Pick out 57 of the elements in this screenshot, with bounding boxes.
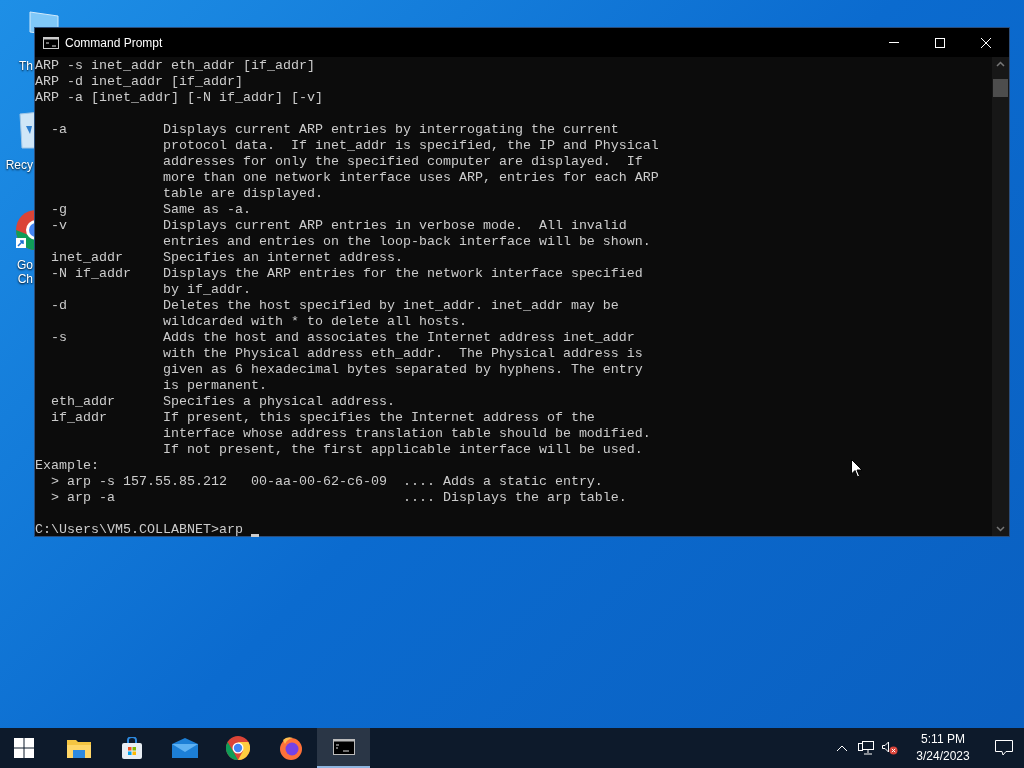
taskbar-app-button[interactable]: [317, 728, 370, 768]
chevron-up-icon[interactable]: [836, 744, 848, 752]
terminal-icon: [332, 739, 355, 755]
console-line: eth_addr Specifies a physical address.: [50, 394, 395, 409]
maximize-icon: [935, 37, 945, 48]
clock-date[interactable]: 3/24/2023: [916, 748, 970, 765]
desktop-icon-label[interactable]: Go: [17, 258, 33, 272]
console-line: addresses for only the specified computer are displayed. If: [161, 154, 643, 169]
console-line: Example:: [35, 458, 99, 473]
console-line: If not present, the first applicable interface will be used.: [161, 442, 643, 457]
console-line: table are displayed.: [161, 186, 323, 201]
desktop-icon-label[interactable]: Ch: [17, 272, 33, 286]
shopping-bag-icon: [120, 737, 143, 759]
folder-icon: [66, 738, 91, 758]
speech-bubble-icon: [995, 740, 1013, 756]
console-line: wildcarded with * to delete all hosts.: [161, 314, 467, 329]
console-line: -N if_addr Displays the ARP entries for the network interface specified: [50, 266, 643, 281]
console-line: -a Displays current ARP entries by interrogating the current: [50, 122, 619, 137]
console-line: interface whose address translation table should be modified.: [161, 426, 651, 441]
scroll-down-icon[interactable]: [996, 526, 1005, 532]
desktop-icon-label[interactable]: Recy: [5, 158, 33, 172]
terminal-icon: [43, 36, 59, 49]
console-line: inet_addr Specifies an internet address.: [50, 250, 403, 265]
console-line: more than one network interface uses ARP, entries for each ARP: [161, 170, 659, 185]
console-line: -d Deletes the host specified by inet_addr. inet_addr may be: [50, 298, 619, 313]
console-line: is permanent.: [161, 378, 267, 393]
muted-speaker-icon[interactable]: [882, 741, 898, 755]
firefox-logo-icon: [278, 736, 303, 760]
console-line: -s Adds the host and associates the Internet address inet_addr: [50, 330, 635, 345]
chrome-logo-icon: [225, 736, 250, 760]
command-prompt-line[interactable]: C:\Users\VM5.COLLABNET>arp: [35, 522, 243, 538]
minimize-icon: [889, 42, 899, 43]
console-line: ARP -a [inet_addr] [-N if_addr] [-v]: [35, 90, 323, 105]
window-title: Command Prompt: [65, 34, 163, 52]
console-line: -g Same as -a.: [50, 202, 251, 217]
console-line: > arp -a .... Displays the arp table.: [50, 490, 627, 505]
console-line: with the Physical address eth_addr. The Physical address is: [161, 346, 643, 361]
scroll-up-icon[interactable]: [996, 61, 1005, 67]
console-line: by if_addr.: [161, 282, 251, 297]
scrollbar-thumb[interactable]: [993, 79, 1008, 97]
desktop-icon-label[interactable]: Th: [19, 59, 33, 73]
console-line: protocol data. If inet_addr is specified, the IP and Physical: [161, 138, 659, 153]
console-line: entries and entries on the loop-back interface will be shown.: [161, 234, 651, 249]
network-icon[interactable]: [858, 741, 874, 755]
clock-time[interactable]: 5:11 PM: [921, 731, 965, 748]
console-line: -v Displays current ARP entries in verbose mode. All invalid: [50, 218, 627, 233]
text-cursor: [250, 534, 259, 537]
console-line: given as 6 hexadecimal bytes separated by hyphens. The entry: [161, 362, 643, 377]
close-icon: [981, 37, 991, 48]
console-line: > arp -s 157.55.85.212 00-aa-00-62-c6-09 .... Adds a static entry.: [50, 474, 603, 489]
envelope-icon: [171, 738, 198, 758]
mouse-pointer-icon: [851, 459, 863, 478]
console-line: ARP -s inet_addr eth_addr [if_addr]: [35, 58, 315, 73]
console-line: ARP -d inet_addr [if_addr]: [35, 74, 243, 89]
console-line: if_addr If present, this specifies the Internet address of the: [50, 410, 595, 425]
windows-logo-icon: [14, 738, 34, 758]
vertical-scrollbar[interactable]: [992, 57, 1009, 536]
